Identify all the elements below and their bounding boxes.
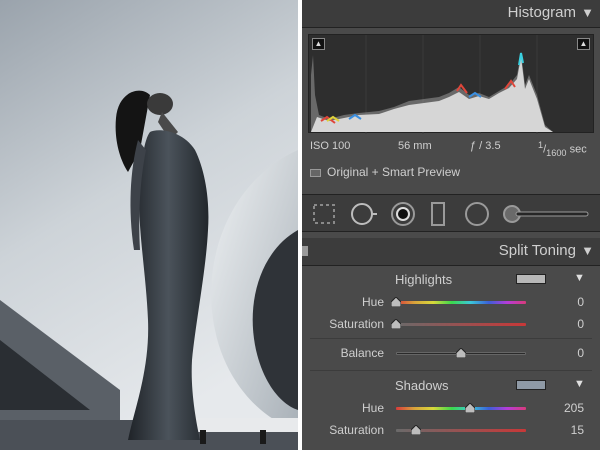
split-toning-title: Split Toning [498, 242, 576, 259]
shadows-picker-triangle-icon[interactable]: ▼ [574, 378, 585, 390]
divider [310, 370, 592, 371]
balance-value: 0 [577, 346, 584, 360]
balance-slider-thumb[interactable] [456, 348, 466, 358]
divider [310, 338, 592, 339]
graduated-filter-icon[interactable] [430, 201, 446, 227]
highlights-hue-slider-thumb[interactable] [391, 297, 401, 307]
shadows-hue-slider[interactable] [396, 407, 526, 410]
panel-edge-marker-icon [302, 246, 308, 256]
radial-filter-icon[interactable] [464, 201, 490, 227]
adjustment-brush-icon[interactable] [502, 203, 592, 225]
highlights-hue-slider[interactable] [396, 301, 526, 304]
shutter-denominator: 1600 [546, 147, 567, 158]
smart-preview-status[interactable]: Original + Smart Preview [310, 165, 460, 179]
shadows-hue-value: 205 [563, 401, 584, 415]
shutter-numerator: 1 [538, 140, 544, 150]
histogram-graph: ▲ ▲ [308, 34, 594, 134]
shadows-heading: Shadows [395, 378, 449, 393]
shadows-saturation-value: 15 [570, 423, 584, 437]
crop-overlay-icon[interactable] [312, 203, 336, 225]
highlights-saturation-slider-thumb[interactable] [391, 319, 401, 329]
bw-portrait-image [0, 0, 298, 450]
highlights-hue-value: 0 [577, 295, 584, 309]
collapse-triangle-icon[interactable]: ▼ [581, 243, 594, 258]
iso-readout: ISO 100 [310, 140, 351, 152]
highlight-clipping-toggle[interactable]: ▲ [577, 38, 590, 50]
shadows-saturation-slider-thumb[interactable] [410, 425, 421, 435]
focal-length-readout: 56 mm [398, 140, 432, 152]
collapse-triangle-icon[interactable]: ▼ [581, 5, 594, 20]
shadows-hue-slider-thumb[interactable] [465, 403, 476, 413]
highlights-heading: Highlights [395, 272, 453, 287]
photo-preview [0, 0, 298, 450]
highlights-saturation-value: 0 [577, 317, 584, 331]
shadow-clipping-toggle[interactable]: ▲ [312, 38, 325, 50]
shadows-color-swatch[interactable] [516, 380, 546, 390]
shadows-saturation-label: Saturation [329, 423, 384, 437]
smart-preview-icon [310, 168, 321, 177]
split-toning-header[interactable]: Split Toning ▼ [302, 238, 600, 266]
develop-right-panel: Histogram ▼ ▲ ▲ ISO 100 56 mm ƒ / 3.5 1/ [302, 0, 600, 450]
spot-removal-icon[interactable] [350, 201, 378, 227]
balance-label: Balance [340, 346, 384, 360]
highlights-saturation-slider[interactable] [396, 323, 526, 326]
histogram-header[interactable]: Histogram ▼ [302, 0, 600, 28]
preview-status-label: Original + Smart Preview [327, 165, 461, 179]
highlights-color-swatch[interactable] [516, 274, 546, 284]
histogram-title: Histogram [507, 4, 576, 21]
highlights-hue-label: Hue [361, 295, 384, 309]
shutter-unit: sec [569, 143, 587, 156]
shutter-readout: 1/1600 sec [538, 140, 587, 158]
red-eye-icon[interactable] [390, 201, 416, 227]
highlights-saturation-label: Saturation [329, 317, 384, 331]
histogram-plot [311, 35, 553, 134]
shadows-hue-label: Hue [361, 401, 384, 415]
split-toning-body: Highlights ▼ Hue 0 Saturation 0 Balance … [302, 266, 600, 450]
tool-strip [302, 194, 600, 232]
aperture-readout: ƒ / 3.5 [470, 140, 501, 152]
highlights-picker-triangle-icon[interactable]: ▼ [574, 272, 585, 284]
